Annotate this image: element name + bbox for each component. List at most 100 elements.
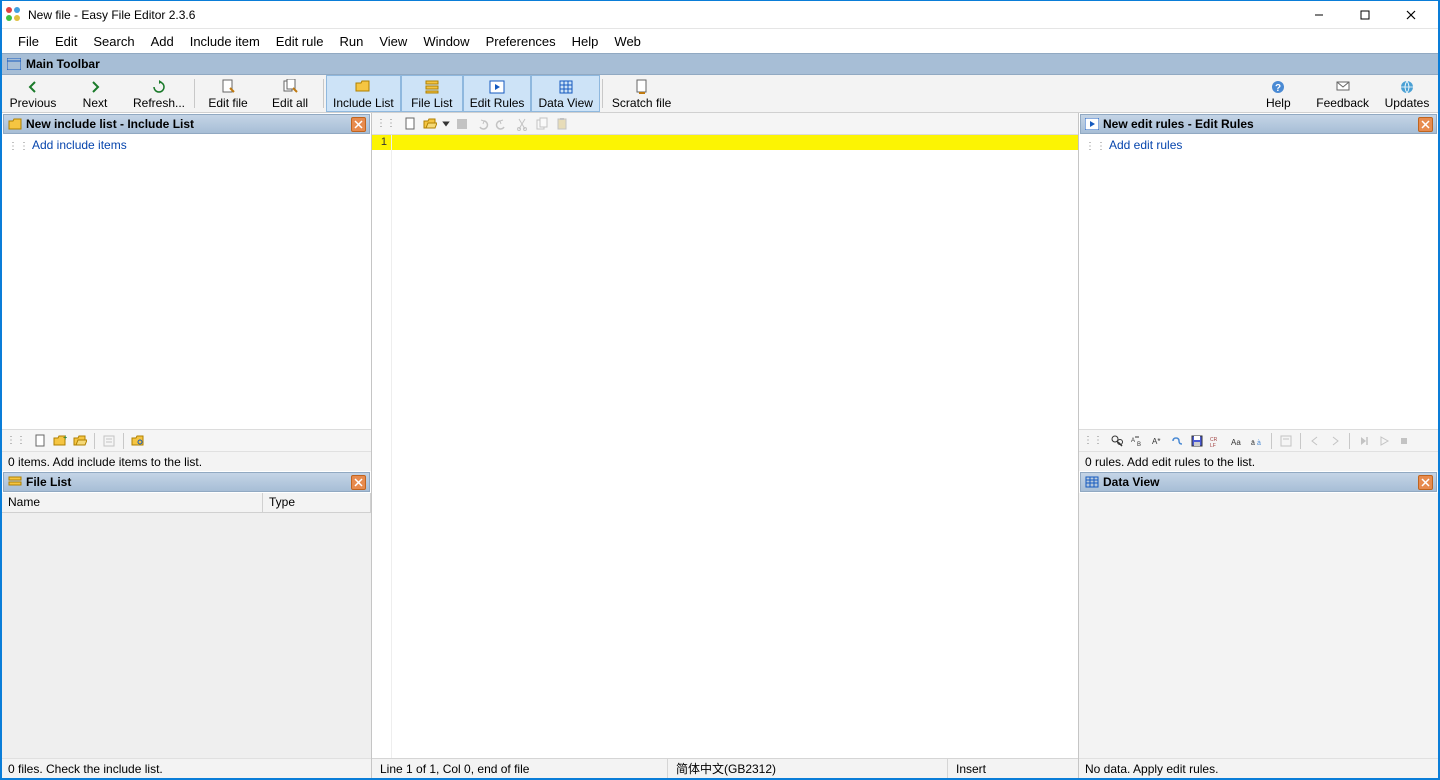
list-icon — [424, 79, 440, 95]
add-include-items-link[interactable]: Add include items — [32, 138, 127, 152]
file-list-rows — [2, 513, 371, 758]
window-title: New file - Easy File Editor 2.3.6 — [28, 8, 1296, 22]
editor-content[interactable] — [392, 135, 1078, 758]
replace-ab-icon[interactable]: AB — [1127, 432, 1147, 450]
menu-web[interactable]: Web — [606, 29, 649, 53]
line-number: 1 — [372, 135, 391, 150]
data-view-hint: No data. Apply edit rules. — [1079, 758, 1438, 778]
refresh-icon — [151, 79, 167, 95]
folder-search-icon[interactable] — [128, 432, 148, 450]
toolbar-help[interactable]: ? Help — [1247, 75, 1309, 112]
cut-icon — [512, 115, 532, 133]
svg-text:à: à — [1257, 440, 1261, 447]
transform-icon[interactable]: āà — [1247, 432, 1267, 450]
menu-help[interactable]: Help — [564, 29, 607, 53]
main-toolbar: Previous Next Refresh... Edit file Edit … — [2, 75, 1438, 113]
edit-rules-header: New edit rules - Edit Rules — [1080, 114, 1437, 134]
properties-icon — [99, 432, 119, 450]
toolbar-refresh[interactable]: Refresh... — [126, 75, 192, 112]
window-buttons — [1296, 1, 1434, 28]
editor-text-area[interactable]: 1 — [372, 135, 1078, 758]
toolbar-label: File List — [411, 96, 452, 110]
panel-close-button[interactable] — [351, 117, 366, 132]
toolbar-label: Data View — [538, 96, 592, 110]
toolbar-edit-rules[interactable]: Edit Rules — [463, 75, 532, 112]
column-type[interactable]: Type — [263, 493, 371, 512]
data-view-body — [1079, 493, 1438, 758]
title-bar: New file - Easy File Editor 2.3.6 — [2, 1, 1438, 29]
case-aa-icon[interactable]: Aa — [1227, 432, 1247, 450]
close-button[interactable] — [1388, 1, 1434, 28]
menu-run[interactable]: Run — [332, 29, 372, 53]
file-list-title: File List — [26, 475, 351, 489]
folder-icon — [7, 117, 23, 131]
play-rules-icon — [489, 79, 505, 95]
panel-close-button[interactable] — [1418, 475, 1433, 490]
toolbar-feedback[interactable]: Feedback — [1309, 75, 1376, 112]
toolbar-include-list[interactable]: Include List — [326, 75, 401, 112]
panel-close-button[interactable] — [351, 475, 366, 490]
save-disk-icon[interactable] — [1187, 432, 1207, 450]
folder-open-icon[interactable] — [70, 432, 90, 450]
folder-plus-icon[interactable]: + — [50, 432, 70, 450]
file-list-hint: 0 files. Check the include list. — [2, 758, 371, 778]
app-icon — [6, 7, 22, 23]
open-folder-icon[interactable] — [420, 115, 440, 133]
toolbar-label: Edit file — [208, 96, 247, 110]
toolbar-data-view[interactable]: Data View — [531, 75, 599, 112]
find-icon[interactable] — [1107, 432, 1127, 450]
menu-window[interactable]: Window — [415, 29, 477, 53]
toolbar-label: Previous — [10, 96, 57, 110]
new-document-icon[interactable] — [400, 115, 420, 133]
toolbar-previous[interactable]: Previous — [2, 75, 64, 112]
svg-text:Aa: Aa — [1231, 438, 1241, 447]
toolbar-label: Help — [1266, 96, 1291, 110]
svg-text:ā: ā — [1251, 440, 1255, 447]
toolbar-edit-file[interactable]: Edit file — [197, 75, 259, 112]
toolbar-spacer — [678, 75, 1247, 112]
toolbar-separator — [1349, 433, 1350, 449]
toolbar-separator — [323, 79, 324, 108]
main-toolbar-header: Main Toolbar — [2, 53, 1438, 75]
toolbar-scratch-file[interactable]: Scratch file — [605, 75, 678, 112]
maximize-button[interactable] — [1342, 1, 1388, 28]
list-icon — [7, 475, 23, 489]
crlf-icon[interactable]: CRLF — [1207, 432, 1227, 450]
grid-icon — [1084, 475, 1100, 489]
toolbar-file-list[interactable]: File List — [401, 75, 463, 112]
toolbar-label: Edit all — [272, 96, 308, 110]
toolbar-edit-all[interactable]: Edit all — [259, 75, 321, 112]
help-icon: ? — [1270, 79, 1286, 95]
grip-icon: ⋮⋮ — [6, 435, 26, 446]
step-forward-icon — [1325, 432, 1345, 450]
globe-icon — [1399, 79, 1415, 95]
include-list-header: New include list - Include List — [3, 114, 370, 134]
menu-include-item[interactable]: Include item — [182, 29, 268, 53]
toolbar-label: Edit Rules — [470, 96, 525, 110]
regex-icon[interactable]: A* — [1147, 432, 1167, 450]
menu-edit-rule[interactable]: Edit rule — [268, 29, 332, 53]
toolbar-updates[interactable]: Updates — [1376, 75, 1438, 112]
edit-rules-title: New edit rules - Edit Rules — [1103, 117, 1418, 131]
svg-text:A: A — [1131, 438, 1135, 444]
menu-preferences[interactable]: Preferences — [478, 29, 564, 53]
minimize-button[interactable] — [1296, 1, 1342, 28]
column-name[interactable]: Name — [2, 493, 263, 512]
dropdown-arrow-icon[interactable] — [440, 115, 452, 133]
menu-edit[interactable]: Edit — [47, 29, 85, 53]
panel-close-button[interactable] — [1418, 117, 1433, 132]
menu-view[interactable]: View — [371, 29, 415, 53]
add-edit-rules-link[interactable]: Add edit rules — [1109, 138, 1182, 152]
feedback-icon — [1335, 79, 1351, 95]
grid-icon — [558, 79, 574, 95]
include-list-body: ⋮⋮ Add include items — [2, 135, 371, 429]
menu-add[interactable]: Add — [143, 29, 182, 53]
new-file-icon[interactable] — [30, 432, 50, 450]
toolbar-next[interactable]: Next — [64, 75, 126, 112]
editor-status-bar: Line 1 of 1, Col 0, end of file 简体中文(GB2… — [372, 758, 1078, 778]
svg-text:B: B — [1137, 442, 1141, 448]
chain-icon[interactable] — [1167, 432, 1187, 450]
menu-search[interactable]: Search — [85, 29, 142, 53]
edit-file-icon — [220, 79, 236, 95]
menu-file[interactable]: File — [10, 29, 47, 53]
